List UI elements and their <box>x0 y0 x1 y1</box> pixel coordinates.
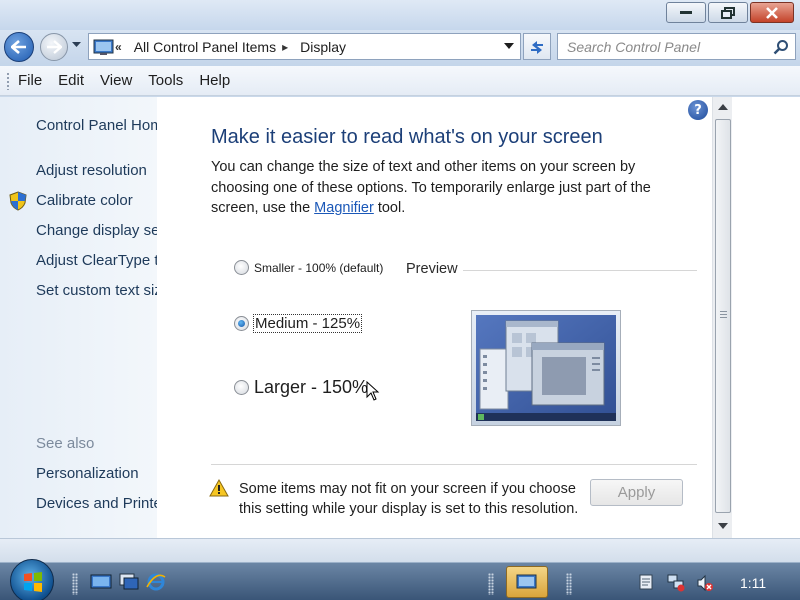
refresh-button[interactable] <box>523 33 551 60</box>
taskbar-grip-icon-3 <box>566 573 572 595</box>
description-text: You can change the size of text and othe… <box>211 159 651 216</box>
switch-windows-icon[interactable] <box>118 573 140 591</box>
breadcrumb-display[interactable]: Display <box>300 39 346 55</box>
window-controls <box>666 2 794 23</box>
option-medium-label[interactable]: Medium - 125% <box>252 314 363 333</box>
show-desktop-icon[interactable] <box>90 573 112 591</box>
see-also-heading: See also <box>36 435 95 452</box>
menu-edit[interactable]: Edit <box>58 72 84 89</box>
warning-icon <box>209 479 229 497</box>
sidebar-item-devices-and-printers[interactable]: Devices and Printe <box>36 495 157 512</box>
restore-button[interactable] <box>708 2 748 23</box>
footer-divider <box>211 464 697 465</box>
menu-file[interactable]: File <box>18 72 42 89</box>
option-smaller-label[interactable]: Smaller - 100% (default) <box>254 261 383 275</box>
address-bar[interactable]: « All Control Panel Items ▸ Display <box>88 33 521 60</box>
vertical-scrollbar[interactable] <box>712 97 732 538</box>
magnifier-link[interactable]: Magnifier <box>314 200 374 216</box>
help-icon[interactable]: ? <box>688 100 708 120</box>
desktop-preview-icon <box>476 315 616 421</box>
radio-smaller[interactable] <box>234 260 249 275</box>
option-smaller[interactable]: Smaller - 100% (default) <box>234 260 383 275</box>
option-larger[interactable]: Larger - 150% <box>234 377 368 398</box>
forward-button[interactable] <box>40 33 68 61</box>
left-task-pane: Control Panel Hom Adjust resolution Cali… <box>0 97 157 538</box>
page-description: You can change the size of text and othe… <box>211 157 691 219</box>
action-center-icon[interactable] <box>639 574 653 590</box>
windows-logo-icon <box>24 572 42 592</box>
radio-larger[interactable] <box>234 380 249 395</box>
shield-icon <box>9 191 27 211</box>
menu-tools[interactable]: Tools <box>148 72 183 89</box>
main-content: ? Make it easier to read what's on your … <box>157 97 712 538</box>
back-arrow-icon <box>11 40 26 54</box>
address-dropdown-icon[interactable] <box>504 43 514 50</box>
volume-muted-icon[interactable] <box>696 574 714 592</box>
search-icon[interactable] <box>773 39 789 55</box>
menu-grip-icon <box>6 71 10 90</box>
control-panel-icon <box>93 39 114 55</box>
recent-pages-dropdown-icon[interactable] <box>72 42 81 48</box>
taskbar-grip-icon <box>72 573 78 595</box>
mouse-cursor-icon <box>366 381 380 401</box>
restore-icon <box>721 6 735 19</box>
radio-medium[interactable] <box>234 316 249 331</box>
warning-message: Some items may not fit on your screen if… <box>239 481 579 517</box>
back-button[interactable] <box>4 32 34 62</box>
menu-view[interactable]: View <box>100 72 132 89</box>
page-title: Make it easier to read what's on your sc… <box>211 126 603 148</box>
taskbar: 1:11 <box>0 559 800 600</box>
option-medium[interactable]: Medium - 125% <box>234 314 363 333</box>
content-margin <box>732 97 800 538</box>
sidebar-item-change-display-settings[interactable]: Change display set <box>36 222 157 239</box>
address-overflow-chevron[interactable]: « <box>115 40 122 54</box>
breadcrumb-all-control-panel-items[interactable]: All Control Panel Items <box>134 39 276 55</box>
close-button[interactable] <box>750 2 794 23</box>
sidebar-item-personalization[interactable]: Personalization <box>36 465 139 482</box>
status-bar <box>0 538 800 562</box>
description-tail: tool. <box>373 200 406 216</box>
minimize-button[interactable] <box>666 2 706 23</box>
preview-label: Preview <box>406 261 458 277</box>
clock[interactable]: 1:11 <box>740 575 766 591</box>
refresh-icon <box>531 40 543 54</box>
taskbar-control-panel-button[interactable] <box>506 566 548 598</box>
sidebar-item-set-custom-text-size[interactable]: Set custom text siz <box>36 282 157 299</box>
apply-button[interactable]: Apply <box>590 479 683 506</box>
breadcrumb-separator[interactable]: ▸ <box>282 40 288 54</box>
scroll-down-arrow-icon[interactable] <box>718 522 728 530</box>
navigation-bar: « All Control Panel Items ▸ Display Sear… <box>0 30 800 66</box>
sidebar-item-adjust-resolution[interactable]: Adjust resolution <box>36 162 147 179</box>
sidebar-item-adjust-cleartype[interactable]: Adjust ClearType t <box>36 252 157 269</box>
close-icon <box>766 6 778 19</box>
internet-explorer-icon[interactable] <box>145 573 167 591</box>
taskbar-grip-icon-2 <box>488 573 494 595</box>
scroll-up-arrow-icon[interactable] <box>718 103 728 111</box>
title-bar <box>0 0 800 30</box>
sidebar-item-calibrate-color[interactable]: Calibrate color <box>36 192 133 209</box>
control-panel-icon <box>516 574 537 589</box>
network-icon[interactable] <box>667 574 685 592</box>
sidebar-item-control-panel-home[interactable]: Control Panel Hom <box>36 117 157 134</box>
start-button[interactable] <box>10 559 54 600</box>
menu-bar: File Edit View Tools Help <box>0 66 800 96</box>
scrollbar-grip-icon <box>720 311 727 318</box>
search-box[interactable]: Search Control Panel <box>557 33 796 60</box>
preview-divider <box>463 270 697 271</box>
minimize-icon <box>680 10 692 14</box>
preview-image <box>471 310 621 426</box>
search-input[interactable]: Search Control Panel <box>567 39 773 55</box>
option-larger-label[interactable]: Larger - 150% <box>254 377 368 398</box>
scrollbar-thumb[interactable] <box>715 119 731 513</box>
menu-help[interactable]: Help <box>199 72 230 89</box>
forward-arrow-icon <box>47 40 62 54</box>
